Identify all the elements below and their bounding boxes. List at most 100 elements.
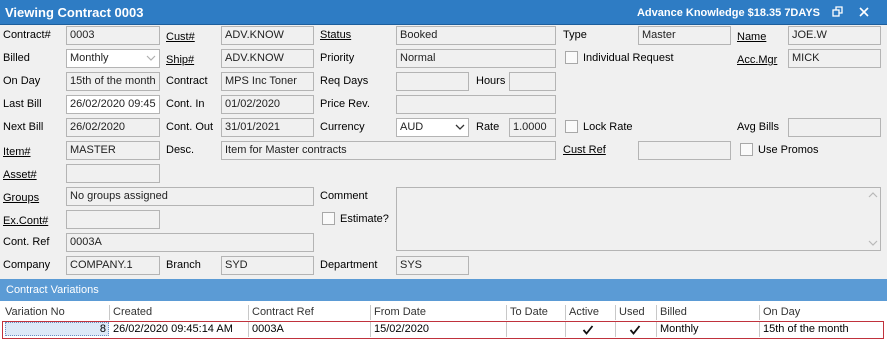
ex-cont-label[interactable]: Ex.Cont# xyxy=(3,215,48,228)
item-field[interactable]: MASTER xyxy=(66,141,160,160)
status-field[interactable]: Booked xyxy=(396,26,556,45)
cell-from-date: 15/02/2020 xyxy=(371,322,507,337)
acc-mgr-label[interactable]: Acc.Mgr xyxy=(737,54,777,67)
contract-no-field[interactable]: 0003 xyxy=(66,26,160,45)
acc-mgr-field[interactable]: MICK xyxy=(788,49,881,68)
cell-billed: Monthly xyxy=(657,322,760,337)
groups-label[interactable]: Groups xyxy=(3,192,39,205)
estimate-checkbox[interactable] xyxy=(322,212,335,225)
table-row[interactable]: 8 26/02/2020 09:45:14 AM 0003A 15/02/202… xyxy=(2,321,884,339)
estimate-label: Estimate? xyxy=(340,213,389,225)
rate-label: Rate xyxy=(476,121,500,133)
lock-rate-label: Lock Rate xyxy=(583,121,633,133)
window-title: Viewing Contract 0003 xyxy=(5,5,144,20)
last-bill-label: Last Bill xyxy=(3,98,42,110)
restore-icon[interactable] xyxy=(832,6,844,18)
item-label[interactable]: Item# xyxy=(3,146,31,159)
currency-label: Currency xyxy=(320,121,365,133)
lock-rate-checkbox[interactable] xyxy=(565,120,578,133)
rate-field[interactable]: 1.0000 xyxy=(509,118,556,137)
type-field[interactable]: Master xyxy=(638,26,731,45)
avg-bills-field[interactable] xyxy=(788,118,881,137)
cell-variation-no[interactable]: 8 xyxy=(5,322,109,336)
next-bill-label: Next Bill xyxy=(3,121,44,133)
priority-field[interactable]: Normal xyxy=(396,49,556,68)
cont-ref-field[interactable]: 0003A xyxy=(66,233,314,252)
cont-in-field[interactable]: 01/02/2020 xyxy=(221,95,314,114)
contract-variations-header[interactable]: Contract Variations xyxy=(0,279,887,301)
use-promos-checkbox[interactable] xyxy=(740,143,753,156)
desc-label: Desc. xyxy=(166,144,195,156)
contract-variations-title: Contract Variations xyxy=(6,284,99,296)
chevron-down-icon xyxy=(455,124,465,130)
branch-field[interactable]: SYD xyxy=(221,256,314,275)
column-header-billed[interactable]: Billed xyxy=(657,305,760,320)
next-bill-field[interactable]: 26/02/2020 xyxy=(66,118,160,137)
cell-created: 26/02/2020 09:45:14 AM xyxy=(110,322,249,337)
name-field[interactable]: JOE.W xyxy=(788,26,881,45)
column-header-from-date[interactable]: From Date xyxy=(371,305,507,320)
groups-field[interactable]: No groups assigned xyxy=(66,187,314,206)
branch-label: Branch xyxy=(166,259,201,271)
ex-cont-field[interactable] xyxy=(66,210,160,229)
cust-label[interactable]: Cust# xyxy=(166,31,195,44)
individual-request-checkbox[interactable] xyxy=(565,51,578,64)
req-days-field[interactable] xyxy=(396,72,469,91)
column-header-created[interactable]: Created xyxy=(110,305,249,320)
hours-field[interactable] xyxy=(509,72,556,91)
billed-select[interactable]: Monthly xyxy=(66,49,160,68)
contract-label: Contract xyxy=(166,75,208,87)
on-day-label: On Day xyxy=(3,75,41,87)
column-header-to-date[interactable]: To Date xyxy=(507,305,566,320)
contract-no-label: Contract# xyxy=(3,29,51,41)
name-label[interactable]: Name xyxy=(737,31,766,44)
close-icon[interactable] xyxy=(858,6,870,18)
ship-label[interactable]: Ship# xyxy=(166,54,194,67)
currency-select[interactable]: AUD xyxy=(396,118,469,137)
cont-out-label: Cont. Out xyxy=(166,121,214,133)
cell-to-date[interactable] xyxy=(507,322,566,337)
contract-field[interactable]: MPS Inc Toner xyxy=(221,72,314,91)
type-label: Type xyxy=(563,29,587,41)
cell-active[interactable] xyxy=(566,322,616,337)
hours-label: Hours xyxy=(476,75,506,87)
last-bill-field[interactable]: 26/02/2020 09:45 xyxy=(66,95,160,114)
scroll-up-icon[interactable] xyxy=(868,191,878,199)
req-days-label: Req Days xyxy=(320,75,369,87)
comment-field[interactable] xyxy=(396,187,881,251)
desc-field[interactable]: Item for Master contracts xyxy=(221,141,556,160)
column-header-contract-ref[interactable]: Contract Ref xyxy=(249,305,371,320)
cont-ref-label: Cont. Ref xyxy=(3,236,50,248)
cont-out-field[interactable]: 31/01/2021 xyxy=(221,118,314,137)
column-header-on-day[interactable]: On Day xyxy=(760,305,884,320)
cell-on-day: 15th of the month xyxy=(763,323,849,335)
ship-field[interactable]: ADV.KNOW xyxy=(221,49,314,68)
comment-label: Comment xyxy=(320,190,368,202)
cust-field[interactable]: ADV.KNOW xyxy=(221,26,314,45)
chevron-down-icon xyxy=(146,55,156,61)
individual-request-label: Individual Request xyxy=(583,52,674,64)
use-promos-label: Use Promos xyxy=(758,144,819,156)
company-label: Company xyxy=(3,259,51,271)
column-header-used[interactable]: Used xyxy=(616,305,657,320)
company-field[interactable]: COMPANY.1 xyxy=(66,256,160,275)
department-field[interactable]: SYS xyxy=(396,256,469,275)
cell-used[interactable] xyxy=(616,322,657,337)
asset-label[interactable]: Asset# xyxy=(3,169,37,182)
on-day-field[interactable]: 15th of the month xyxy=(66,72,160,91)
price-rev-label: Price Rev. xyxy=(320,98,370,110)
status-label[interactable]: Status xyxy=(320,29,351,42)
asset-field[interactable] xyxy=(66,164,160,183)
column-header-variation-no[interactable]: Variation No xyxy=(2,305,110,320)
priority-label: Priority xyxy=(320,52,355,64)
contract-form: Contract# 0003 Cust# ADV.KNOW Status Boo… xyxy=(0,25,887,279)
avg-bills-label: Avg Bills xyxy=(737,121,779,133)
cust-ref-field[interactable] xyxy=(638,141,731,160)
cell-contract-ref: 0003A xyxy=(249,322,371,337)
price-rev-field[interactable] xyxy=(396,95,556,114)
column-header-active[interactable]: Active xyxy=(566,305,616,320)
department-label: Department xyxy=(320,259,378,271)
cust-ref-label[interactable]: Cust Ref xyxy=(563,144,606,157)
scroll-down-icon[interactable] xyxy=(868,239,878,247)
billed-value: Monthly xyxy=(70,52,109,64)
